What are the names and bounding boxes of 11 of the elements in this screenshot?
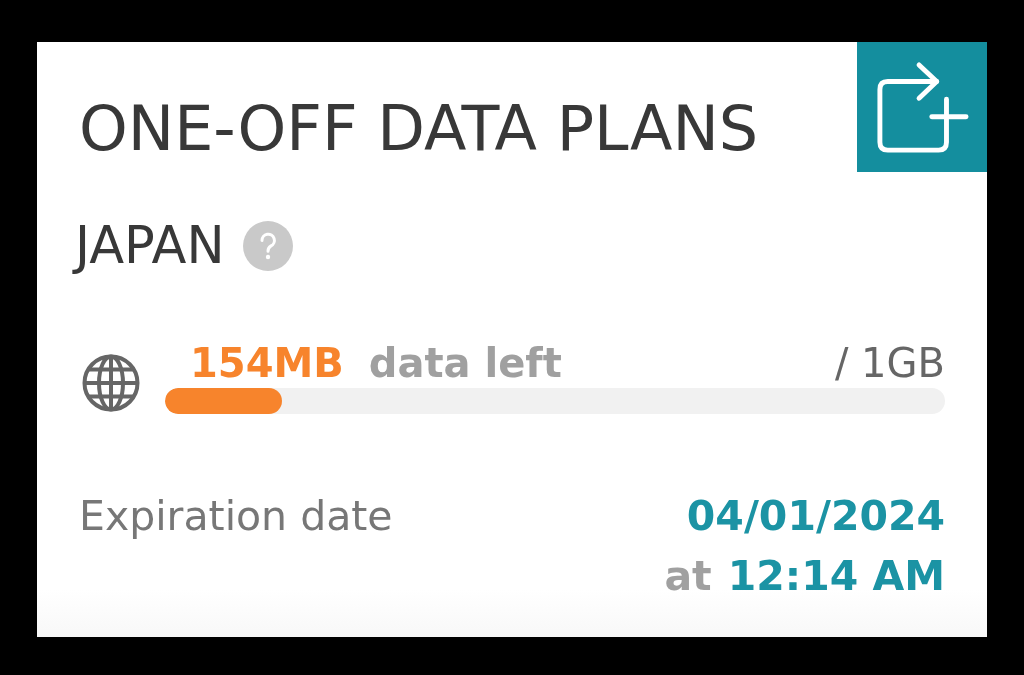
action-button[interactable] bbox=[857, 42, 987, 172]
page-title: ONE-OFF DATA PLANS bbox=[79, 98, 759, 160]
expiration-date: 04/01/2024 bbox=[686, 491, 945, 542]
data-total: / 1GB bbox=[834, 343, 945, 383]
expiration-time: 12:14 AM bbox=[727, 551, 945, 602]
data-left-label: data left bbox=[368, 343, 562, 383]
data-remaining: 154MB bbox=[190, 343, 344, 383]
box-arrow-plus-icon bbox=[875, 60, 969, 154]
time-prefix: at bbox=[664, 551, 712, 602]
globe-icon bbox=[82, 354, 140, 412]
expiration-label: Expiration date bbox=[79, 491, 393, 542]
